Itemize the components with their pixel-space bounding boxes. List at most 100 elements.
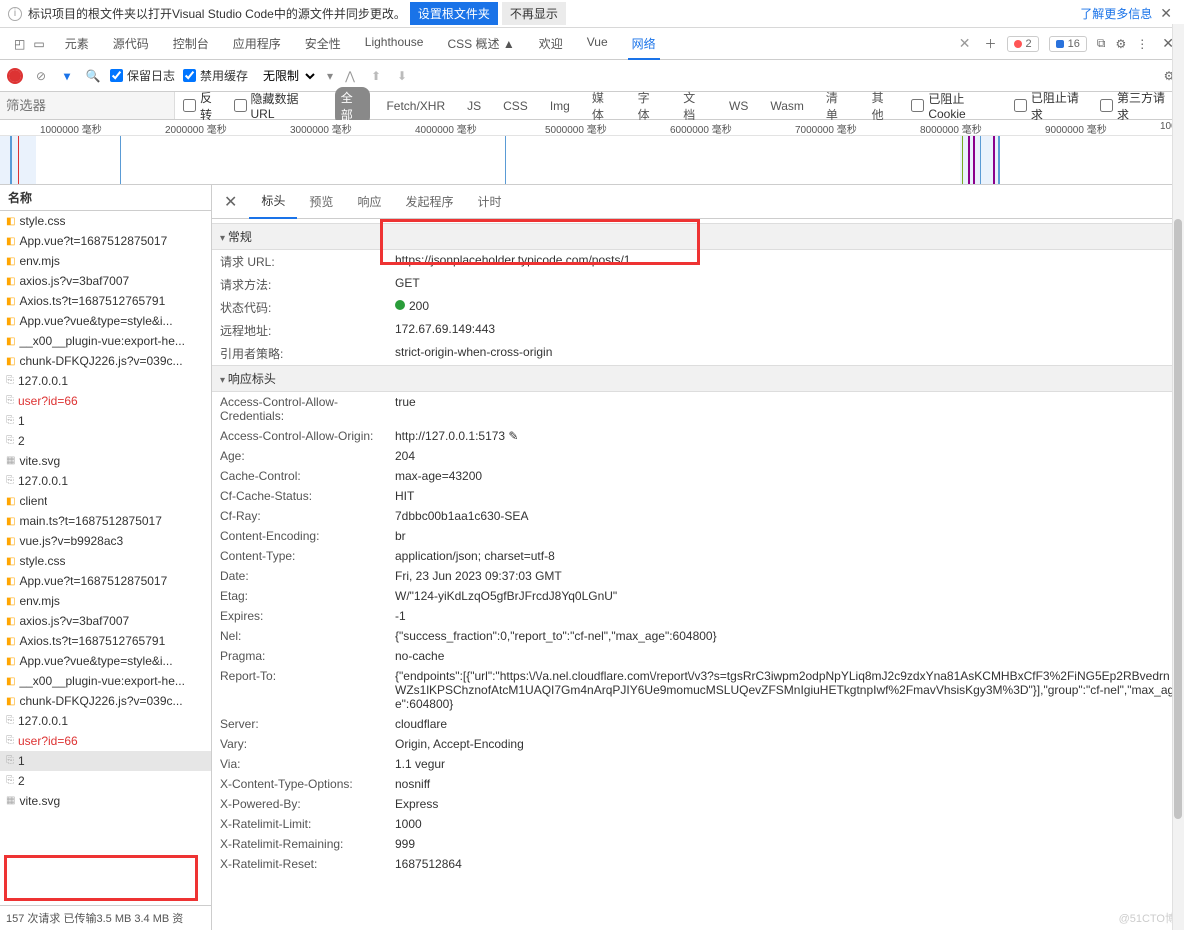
- request-row[interactable]: ◧axios.js?v=3baf7007: [0, 611, 211, 631]
- tab-元素[interactable]: 元素: [53, 27, 101, 60]
- request-row[interactable]: ⎘127.0.0.1: [0, 711, 211, 731]
- filter-type-全部[interactable]: 全部: [335, 87, 371, 125]
- request-row[interactable]: ⎘2: [0, 771, 211, 791]
- preserve-log-checkbox[interactable]: 保留日志: [110, 67, 175, 84]
- close-tab-icon[interactable]: ✕: [955, 35, 975, 52]
- detail-tab-计时[interactable]: 计时: [465, 185, 513, 218]
- timeline-overview[interactable]: 1000000 毫秒2000000 毫秒3000000 毫秒4000000 毫秒…: [0, 120, 1184, 185]
- learn-more-link[interactable]: 了解更多信息: [1080, 5, 1152, 22]
- tab-应用程序[interactable]: 应用程序: [221, 27, 293, 60]
- errors-badge[interactable]: 2: [1007, 36, 1039, 52]
- section-general[interactable]: 常规: [212, 223, 1184, 250]
- filter-type-文档[interactable]: 文档: [677, 87, 713, 125]
- disable-cache-checkbox[interactable]: 禁用缓存: [183, 67, 248, 84]
- requests-header[interactable]: 名称: [0, 185, 211, 211]
- request-row[interactable]: ◧style.css: [0, 211, 211, 231]
- filter-type-其他[interactable]: 其他: [866, 87, 902, 125]
- request-row[interactable]: ◧chunk-DFKQJ226.js?v=039c...: [0, 351, 211, 371]
- request-row[interactable]: ◧env.mjs: [0, 251, 211, 271]
- close-icon[interactable]: ✕: [1156, 5, 1176, 22]
- download-icon[interactable]: ⬇: [393, 67, 411, 85]
- filter-type-媒体[interactable]: 媒体: [586, 87, 622, 125]
- request-row[interactable]: ◧Axios.ts?t=1687512765791: [0, 631, 211, 651]
- request-row[interactable]: ◧__x00__plugin-vue:export-he...: [0, 671, 211, 691]
- blocked-cookies-checkbox[interactable]: 已阻止 Cookie: [911, 90, 1004, 121]
- tab-控制台[interactable]: 控制台: [161, 27, 221, 60]
- request-row[interactable]: ⎘2: [0, 431, 211, 451]
- filter-type-Img[interactable]: Img: [544, 97, 576, 115]
- tab-Vue[interactable]: Vue: [575, 27, 620, 60]
- detail-tab-响应[interactable]: 响应: [345, 185, 393, 218]
- watermark: @51CTO博: [1119, 910, 1176, 926]
- request-row[interactable]: ◧App.vue?vue&type=style&i...: [0, 311, 211, 331]
- request-row[interactable]: ⎘1: [0, 751, 211, 771]
- throttle-select[interactable]: 无限制: [256, 65, 319, 87]
- clear-button[interactable]: ⊘: [32, 67, 50, 85]
- tab-源代码[interactable]: 源代码: [101, 27, 161, 60]
- request-row[interactable]: ◧main.ts?t=1687512875017: [0, 511, 211, 531]
- request-row[interactable]: ◧vue.js?v=b9928ac3: [0, 531, 211, 551]
- tab-CSS 概述 ▲[interactable]: CSS 概述 ▲: [435, 27, 526, 60]
- request-row[interactable]: ◧env.mjs: [0, 591, 211, 611]
- request-row[interactable]: ◧chunk-DFKQJ226.js?v=039c...: [0, 691, 211, 711]
- detail-tab-标头[interactable]: 标头: [249, 185, 297, 219]
- set-root-folder-button[interactable]: 设置根文件夹: [410, 2, 498, 25]
- file-type-icon: ◧: [6, 596, 15, 607]
- request-row[interactable]: ⎘127.0.0.1: [0, 371, 211, 391]
- request-row[interactable]: ⎘1: [0, 411, 211, 431]
- console-drawer-icon[interactable]: ⧉: [1097, 36, 1106, 51]
- filter-type-Wasm[interactable]: Wasm: [764, 97, 810, 115]
- request-row[interactable]: ◧__x00__plugin-vue:export-he...: [0, 331, 211, 351]
- filter-icon[interactable]: ▾: [58, 67, 76, 85]
- wifi-icon[interactable]: ⋀: [341, 67, 359, 85]
- detail-tab-预览[interactable]: 预览: [297, 185, 345, 218]
- third-party-checkbox[interactable]: 第三方请求: [1100, 89, 1176, 123]
- header-key: Cache-Control:: [220, 469, 395, 483]
- section-response-headers[interactable]: 响应标头: [212, 365, 1184, 392]
- invert-checkbox[interactable]: 反转: [183, 89, 224, 123]
- request-row[interactable]: ▦vite.svg: [0, 791, 211, 811]
- header-value: no-cache: [395, 649, 1176, 663]
- filter-type-字体[interactable]: 字体: [632, 87, 668, 125]
- messages-badge[interactable]: 16: [1049, 36, 1087, 52]
- blocked-requests-checkbox[interactable]: 已阻止请求: [1014, 89, 1090, 123]
- request-row[interactable]: ◧App.vue?t=1687512875017: [0, 231, 211, 251]
- detail-tab-发起程序[interactable]: 发起程序: [393, 185, 465, 218]
- request-row[interactable]: ⎘127.0.0.1: [0, 471, 211, 491]
- search-icon[interactable]: 🔍: [84, 67, 102, 85]
- tab-网络[interactable]: 网络: [620, 27, 668, 60]
- more-icon[interactable]: ⋮: [1136, 37, 1148, 51]
- record-button[interactable]: [6, 67, 24, 85]
- request-row[interactable]: ◧client: [0, 491, 211, 511]
- request-row[interactable]: ◧axios.js?v=3baf7007: [0, 271, 211, 291]
- request-row[interactable]: ⎘user?id=66: [0, 391, 211, 411]
- settings-icon[interactable]: ⚙: [1116, 37, 1127, 51]
- upload-icon[interactable]: ⬆: [367, 67, 385, 85]
- filter-input[interactable]: [0, 92, 175, 119]
- filter-type-WS[interactable]: WS: [723, 97, 754, 115]
- add-tab-icon[interactable]: ＋: [975, 35, 1007, 52]
- request-row[interactable]: ◧style.css: [0, 551, 211, 571]
- request-name: user?id=66: [18, 394, 78, 408]
- filter-type-Fetch/XHR[interactable]: Fetch/XHR: [380, 97, 451, 115]
- filter-type-JS[interactable]: JS: [461, 97, 487, 115]
- request-row[interactable]: ◧App.vue?vue&type=style&i...: [0, 651, 211, 671]
- file-type-icon: ⎘: [6, 735, 14, 747]
- tab-Lighthouse[interactable]: Lighthouse: [353, 27, 436, 60]
- hide-data-urls-checkbox[interactable]: 隐藏数据 URL: [234, 90, 325, 121]
- request-row[interactable]: ◧Axios.ts?t=1687512765791: [0, 291, 211, 311]
- tab-安全性[interactable]: 安全性: [293, 27, 353, 60]
- dismiss-button[interactable]: 不再显示: [502, 2, 566, 25]
- request-row[interactable]: ⎘user?id=66: [0, 731, 211, 751]
- close-details-icon[interactable]: ✕: [212, 192, 249, 212]
- tab-欢迎[interactable]: 欢迎: [527, 27, 575, 60]
- filter-type-清单[interactable]: 清单: [820, 87, 856, 125]
- header-value: 200: [395, 299, 1176, 316]
- header-key: Content-Type:: [220, 549, 395, 563]
- file-type-icon: ◧: [6, 696, 15, 707]
- filter-type-CSS[interactable]: CSS: [497, 97, 534, 115]
- request-row[interactable]: ◧App.vue?t=1687512875017: [0, 571, 211, 591]
- inspect-element-icon[interactable]: ◰: [14, 37, 25, 51]
- device-toolbar-icon[interactable]: ▭: [33, 37, 44, 51]
- request-row[interactable]: ▦vite.svg: [0, 451, 211, 471]
